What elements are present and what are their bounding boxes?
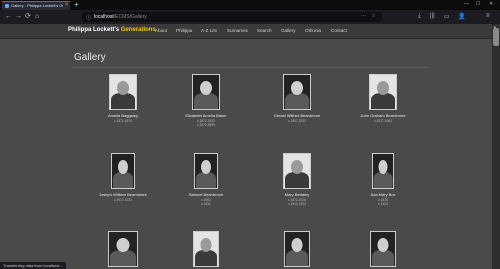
person-name-link[interactable]: Amelia Baggaley	[78, 113, 168, 118]
nav-a-z-list[interactable]: A-Z List	[201, 28, 217, 33]
home-icon[interactable]: ⌂	[35, 13, 39, 20]
person-dates: c.1917-1931	[114, 198, 132, 202]
gallery-card[interactable]: Elizabeth Amelia Baker c.1872-1922 c.1872…	[161, 74, 251, 127]
portrait-photo[interactable]	[111, 153, 135, 189]
downloads-icon[interactable]: ⤓	[418, 13, 421, 20]
close-tab-icon[interactable]: ×	[65, 2, 68, 8]
forward-icon[interactable]: →	[15, 13, 22, 20]
nav-surnames[interactable]: Surnames	[227, 28, 248, 33]
person-name-link[interactable]: Samuel Beardmore	[161, 192, 251, 197]
back-icon[interactable]: ←	[5, 13, 12, 20]
bookmark-star-icon[interactable]: ⋯ ☆	[361, 13, 378, 19]
url-text[interactable]: localhost/ECMS/Gallery	[94, 14, 147, 20]
person-name-link[interactable]: Mary Bettaley	[252, 192, 342, 197]
tab-title: Gallery - Philippa Lockett's Gen	[11, 3, 63, 8]
scrollbar-thumb[interactable]	[493, 28, 499, 46]
person-dates: c.1903 c.1931	[201, 198, 211, 206]
browser-tab[interactable]: Gallery - Philippa Lockett's Gen ×	[2, 1, 70, 10]
gallery-card[interactable]: John Graham Beardmore c.1917-1962	[338, 74, 428, 123]
minimize-icon[interactable]: —	[464, 1, 469, 7]
gallery-card[interactable]	[252, 231, 342, 267]
person-name-link[interactable]: Joseph William Beardmore	[78, 192, 168, 197]
site-navbar: Philippa Lockett's Generations About Phi…	[0, 24, 492, 39]
reload-icon[interactable]: ⟳	[25, 13, 31, 20]
nav-search[interactable]: Search	[257, 28, 272, 33]
page-title: Gallery	[74, 52, 106, 63]
person-dates: c.1907-1922	[288, 119, 306, 123]
person-dates: c.1872-1926 c.1910-1922	[288, 198, 306, 206]
portrait-photo[interactable]	[108, 231, 138, 267]
person-name-link[interactable]: Gerald Wilfred Beardmore	[252, 113, 342, 118]
library-icon[interactable]: |||	[430, 13, 435, 19]
account-icon[interactable]: 👤	[458, 13, 465, 20]
person-dates: c.1917-1962	[374, 119, 392, 123]
gallery-card[interactable]: Gerald Wilfred Beardmore c.1907-1922	[252, 74, 342, 123]
gallery-card[interactable]: Joseph William Beardmore c.1917-1931	[78, 153, 168, 202]
address-bar[interactable]: ⓘ localhost/ECMS/Gallery ⋯ ☆	[82, 12, 382, 22]
status-bar: Transferring data from localhost...	[0, 262, 66, 269]
close-window-icon[interactable]: ✕	[489, 1, 493, 7]
nav-philippa[interactable]: Philippa	[176, 28, 192, 33]
portrait-photo[interactable]	[109, 74, 137, 110]
portrait-photo[interactable]	[193, 231, 219, 267]
gallery-card[interactable]: Ada Mary Box c.1878 c.1924	[338, 153, 428, 206]
browser-tab-bar: Gallery - Philippa Lockett's Gen × + — ☐…	[0, 0, 500, 10]
page-scrollbar[interactable]: ▲	[492, 24, 500, 269]
browser-toolbar: ← → ⟳ ⌂ ⓘ localhost/ECMS/Gallery ⋯ ☆ ⤓ |…	[0, 10, 500, 24]
gallery-card[interactable]	[78, 231, 168, 267]
portrait-photo[interactable]	[194, 153, 218, 189]
portrait-photo[interactable]	[372, 153, 394, 189]
maximize-icon[interactable]: ☐	[476, 1, 480, 7]
sidebar-icon[interactable]: ▭	[444, 13, 450, 20]
portrait-photo[interactable]	[370, 231, 396, 267]
site-brand[interactable]: Philippa Lockett's Generations	[68, 27, 156, 33]
menu-icon[interactable]: ≡	[486, 13, 490, 19]
gallery-card[interactable]	[161, 231, 251, 267]
nav-gallery[interactable]: Gallery	[281, 28, 296, 33]
nav-othonia[interactable]: Othonia	[305, 28, 321, 33]
new-tab-icon[interactable]: +	[74, 0, 79, 9]
portrait-photo[interactable]	[284, 231, 310, 267]
person-name-link[interactable]: Elizabeth Amelia Baker	[161, 113, 251, 118]
site-favicon-icon	[5, 4, 9, 8]
gallery-card[interactable]: Amelia Baggaley c.1872-1874	[78, 74, 168, 123]
person-dates: c.1872-1874	[114, 119, 132, 123]
portrait-photo[interactable]	[283, 153, 311, 189]
portrait-photo[interactable]	[283, 74, 311, 110]
gallery-card[interactable]	[338, 231, 428, 267]
nav-contact[interactable]: Contact	[331, 28, 347, 33]
person-dates: c.1872-1922 c.1872-1899	[197, 119, 215, 127]
portrait-photo[interactable]	[369, 74, 397, 110]
portrait-photo[interactable]	[192, 74, 220, 110]
gallery-card[interactable]: Samuel Beardmore c.1903 c.1931	[161, 153, 251, 206]
person-name-link[interactable]: Ada Mary Box	[338, 192, 428, 197]
gallery-card[interactable]: Mary Bettaley c.1872-1926 c.1910-1922	[252, 153, 342, 206]
person-name-link[interactable]: John Graham Beardmore	[338, 113, 428, 118]
title-divider	[72, 67, 428, 68]
person-dates: c.1878 c.1924	[378, 198, 388, 206]
nav-about[interactable]: About	[155, 28, 167, 33]
page-info-icon[interactable]: ⓘ	[86, 14, 91, 21]
